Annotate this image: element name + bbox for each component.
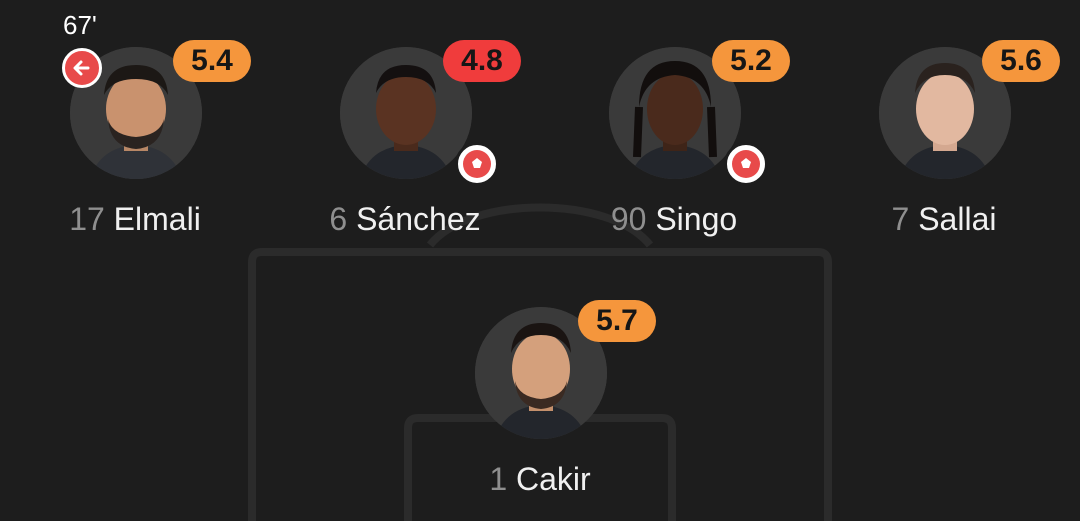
shirt-number: 6 bbox=[329, 201, 348, 237]
player-name: Elmali bbox=[113, 201, 201, 237]
rating-badge: 5.4 bbox=[173, 40, 251, 82]
player-card-sallai[interactable]: 5.6 7 Sallai bbox=[814, 0, 1074, 237]
player-name: Sallai bbox=[918, 201, 997, 237]
player-card-elmali[interactable]: 67' 5.4 17 Elmali bbox=[5, 0, 265, 237]
player-name: Sánchez bbox=[356, 201, 481, 237]
player-name: Singo bbox=[655, 201, 738, 237]
rating-badge: 5.6 bbox=[982, 40, 1060, 82]
player-card-singo[interactable]: 5.2 90 Singo bbox=[544, 0, 804, 237]
player-label: 7 Sallai bbox=[814, 197, 1074, 241]
substitution-time: 67' bbox=[63, 10, 97, 40]
shirt-number: 90 bbox=[610, 201, 647, 237]
player-card-cakir[interactable]: 5.7 1 Cakir bbox=[410, 260, 670, 497]
player-label: 90 Singo bbox=[544, 197, 804, 241]
shirt-number: 17 bbox=[69, 201, 105, 237]
player-name: Cakir bbox=[516, 461, 591, 497]
shirt-number: 7 bbox=[891, 201, 910, 237]
shirt-number: 1 bbox=[489, 461, 508, 497]
football-goal-icon bbox=[455, 142, 499, 186]
player-label: 17 Elmali bbox=[5, 197, 265, 241]
rating-badge: 4.8 bbox=[443, 40, 521, 82]
football-goal-icon bbox=[724, 142, 768, 186]
player-card-sanchez[interactable]: 4.8 6 Sánchez bbox=[275, 0, 535, 237]
player-label: 1 Cakir bbox=[410, 457, 670, 501]
rating-badge: 5.2 bbox=[712, 40, 790, 82]
player-label: 6 Sánchez bbox=[275, 197, 535, 241]
substitution-out-icon bbox=[62, 48, 102, 88]
rating-badge: 5.7 bbox=[578, 300, 656, 342]
